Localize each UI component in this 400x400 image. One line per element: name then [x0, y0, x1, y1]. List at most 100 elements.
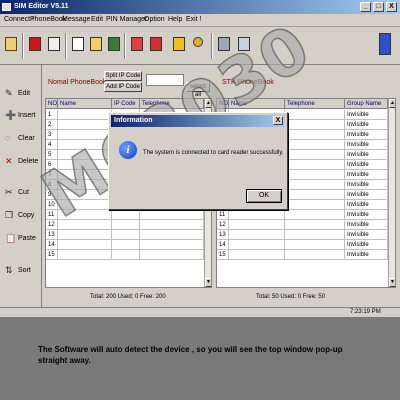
- menu-pin-manager[interactable]: PIN Manager: [106, 16, 147, 23]
- phonebook-button[interactable]: [45, 35, 63, 55]
- split-ip-code-button[interactable]: Split IP Code: [104, 71, 142, 81]
- settings-list-icon: [238, 37, 250, 51]
- group-name-cell: Invisible: [345, 140, 388, 150]
- paste-button[interactable]: 📋 Paste: [2, 230, 40, 248]
- table-row[interactable]: 11 Invisible: [217, 210, 395, 220]
- scroll-up-button[interactable]: ▲: [205, 99, 211, 108]
- stk-scrollbar[interactable]: ▲ ▼: [388, 99, 395, 287]
- table-cell: [58, 130, 112, 140]
- edit-button[interactable]: ✎ Edit: [2, 85, 40, 103]
- new-file-button[interactable]: [69, 35, 87, 55]
- table-cell: [229, 210, 285, 220]
- open-folder-button[interactable]: [87, 35, 105, 55]
- table-cell: [58, 230, 112, 240]
- group-name-cell: Invisible: [345, 250, 388, 260]
- settings-list-button[interactable]: [235, 35, 253, 55]
- scroll-down-button[interactable]: ▼: [205, 278, 211, 287]
- dialog-close-button[interactable]: X: [273, 116, 283, 125]
- export-button[interactable]: [147, 35, 165, 55]
- info-icon: i: [119, 141, 137, 159]
- table-row[interactable]: 14 Invisible: [217, 240, 395, 250]
- sim-card-button[interactable]: [170, 35, 188, 55]
- information-dialog: Information X i The system is connected …: [108, 112, 288, 210]
- cut-icon: ✂: [5, 187, 13, 197]
- insert-button[interactable]: ➕ Insert: [2, 107, 40, 125]
- status-time: 7:23:19 PM: [350, 309, 381, 315]
- table-cell: [229, 230, 285, 240]
- col-telephone[interactable]: Telephone: [285, 99, 345, 109]
- table-cell: [58, 210, 112, 220]
- row-number: 3: [46, 130, 58, 140]
- menu-help[interactable]: Help: [168, 16, 182, 23]
- copy-button[interactable]: ❐ Copy: [2, 207, 40, 225]
- scroll-up-button[interactable]: ▲: [389, 99, 395, 108]
- menu-exit[interactable]: Exit !: [186, 16, 202, 23]
- menu-edit[interactable]: Edit: [91, 16, 103, 23]
- open-folder-icon: [90, 37, 102, 51]
- table-cell: [229, 220, 285, 230]
- col-name[interactable]: Name: [229, 99, 285, 109]
- scroll-down-button[interactable]: ▼: [389, 278, 395, 287]
- table-cell: [112, 230, 140, 240]
- import-button[interactable]: [128, 35, 146, 55]
- add-ip-code-button[interactable]: Add IP Code: [104, 82, 142, 92]
- col-no[interactable]: NO.: [46, 99, 59, 109]
- row-number: 9: [46, 190, 58, 200]
- ok-button[interactable]: OK: [246, 189, 282, 203]
- table-cell: [58, 200, 112, 210]
- save-button[interactable]: [105, 35, 123, 55]
- table-cell: [285, 160, 345, 170]
- group-name-cell: Invisible: [345, 150, 388, 160]
- row-number: 5: [46, 150, 58, 160]
- sim-reader-button[interactable]: [376, 31, 394, 59]
- table-row[interactable]: 15 Invisible: [217, 250, 395, 260]
- select-all-button[interactable]: select all: [186, 82, 210, 98]
- minimize-button[interactable]: _: [360, 2, 371, 12]
- copy-sim-button[interactable]: [215, 35, 233, 55]
- col-ip-code[interactable]: IP Code: [112, 99, 140, 109]
- grid-header: NO. Name IP Code Telephone: [46, 99, 211, 109]
- table-cell: [285, 220, 345, 230]
- table-cell: [229, 250, 285, 260]
- row-number: 12: [46, 220, 58, 230]
- close-button[interactable]: X: [386, 2, 397, 12]
- menu-message[interactable]: Message: [62, 16, 90, 23]
- group-name-cell: Invisible: [345, 240, 388, 250]
- clear-icon: ◌: [5, 133, 11, 143]
- table-cell: [140, 230, 204, 240]
- col-no[interactable]: NO.: [217, 99, 230, 109]
- table-row[interactable]: 11: [46, 210, 211, 220]
- caption-text: The Software will auto detect the device…: [38, 345, 343, 365]
- table-row[interactable]: 13 Invisible: [217, 230, 395, 240]
- save-icon: [108, 37, 120, 51]
- table-row[interactable]: 13: [46, 230, 211, 240]
- insert-icon: ➕: [5, 110, 17, 120]
- row-number: 13: [46, 230, 58, 240]
- clear-button[interactable]: ◌ Clear: [2, 130, 40, 148]
- paste-icon: 📋: [5, 233, 17, 243]
- maximize-button[interactable]: □: [373, 2, 384, 12]
- connect-button[interactable]: [2, 35, 20, 55]
- col-group-name[interactable]: Group Name: [345, 99, 388, 109]
- row-number: 8: [46, 180, 58, 190]
- sort-button[interactable]: ⇅ Sort: [2, 262, 40, 280]
- table-row[interactable]: 15: [46, 250, 211, 260]
- col-telephone[interactable]: Telephone: [140, 99, 204, 109]
- toolbar-separator: [65, 33, 67, 59]
- table-row[interactable]: 12: [46, 220, 211, 230]
- table-row[interactable]: 12 Invisible: [217, 220, 395, 230]
- table-cell: [112, 250, 140, 260]
- phonebook-red-button[interactable]: [26, 35, 44, 55]
- group-name-cell: Invisible: [345, 130, 388, 140]
- stk-phonebook-count: Total: 50 Used: 0 Free: 50: [256, 294, 326, 300]
- key-button[interactable]: [190, 35, 208, 55]
- delete-button[interactable]: ✕ Delete: [2, 153, 40, 171]
- table-row[interactable]: 14: [46, 240, 211, 250]
- ip-code-input[interactable]: [146, 74, 184, 86]
- table-cell: [285, 120, 345, 130]
- menu-option[interactable]: Option: [144, 16, 165, 23]
- dialog-title-bar: Information X: [111, 115, 285, 127]
- menu-phonebook[interactable]: PhoneBook: [30, 16, 66, 23]
- col-name[interactable]: Name: [58, 99, 112, 109]
- cut-button[interactable]: ✂ Cut: [2, 184, 40, 202]
